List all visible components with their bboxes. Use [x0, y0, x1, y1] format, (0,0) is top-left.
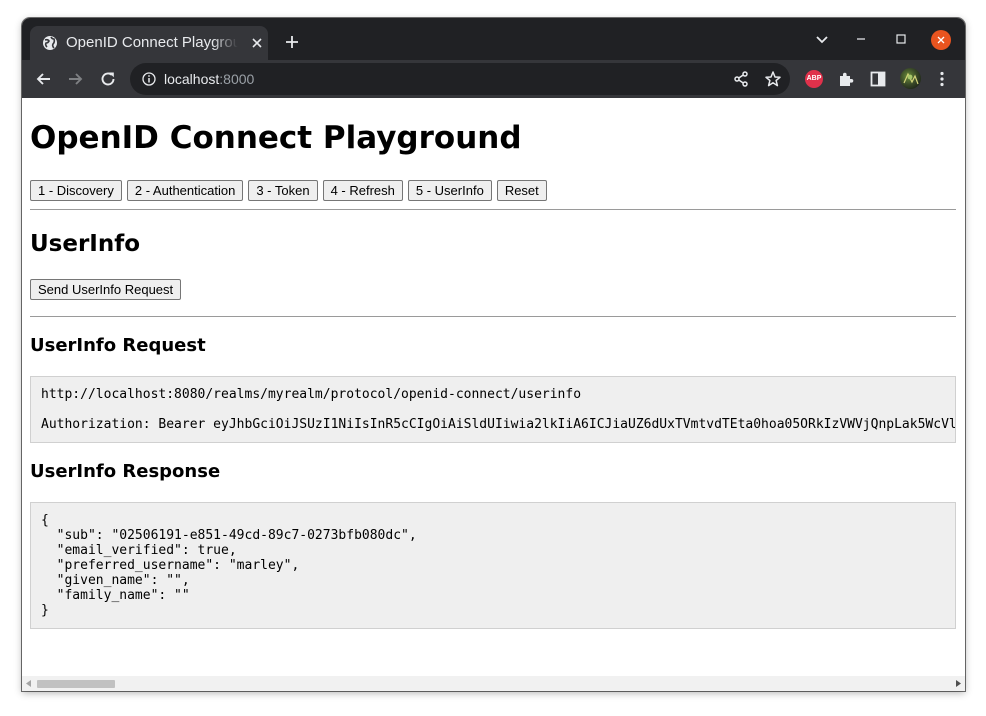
send-userinfo-request-button[interactable]: Send UserInfo Request	[30, 279, 182, 300]
maximize-icon[interactable]	[893, 31, 909, 47]
section-title: UserInfo	[30, 231, 141, 257]
authorization-header: Authorization: Bearer eyJhbGciOiJSUzI1Ni…	[41, 417, 956, 432]
scrollbar-thumb[interactable]	[37, 680, 115, 688]
request-url: http://localhost:8080/realms/myrealm/pro…	[41, 387, 582, 402]
browser-toolbar: localhost:8000 ABP	[22, 60, 965, 98]
response-heading: UserInfo Response	[30, 461, 221, 482]
request-heading: UserInfo Request	[30, 335, 206, 356]
json-line: "given_name": "",	[41, 573, 190, 588]
refresh-button[interactable]: 4 - Refresh	[322, 180, 403, 201]
page-viewport: OpenID Connect Playground 1 - Discovery …	[22, 98, 965, 691]
browser-window: OpenID Connect Playground	[22, 18, 965, 691]
scroll-left-icon[interactable]	[25, 680, 32, 687]
json-line: "family_name": ""	[41, 588, 190, 603]
profile-picture-icon	[903, 72, 919, 85]
userinfo-button[interactable]: 5 - UserInfo	[407, 180, 492, 201]
close-icon	[937, 36, 945, 44]
tab-strip: OpenID Connect Playground	[22, 18, 965, 60]
plus-icon[interactable]	[284, 34, 300, 50]
close-icon[interactable]	[250, 36, 264, 50]
authentication-button[interactable]: 2 - Authentication	[126, 180, 244, 201]
globe-icon	[43, 36, 57, 50]
reset-button[interactable]: Reset	[496, 180, 547, 201]
token-button[interactable]: 3 - Token	[248, 180, 318, 201]
json-line: {	[41, 513, 49, 528]
window-close-button[interactable]	[931, 30, 951, 50]
json-line: "sub": "02506191-e851-49cd-89c7-0273bfb0…	[41, 528, 417, 543]
chevron-down-icon[interactable]	[814, 31, 830, 47]
discovery-button[interactable]: 1 - Discovery	[30, 180, 122, 201]
back-arrow-icon[interactable]	[35, 70, 53, 88]
side-panel-icon[interactable]	[869, 70, 887, 88]
puzzle-icon[interactable]	[837, 70, 855, 88]
step-navigation: 1 - Discovery 2 - Authentication 3 - Tok…	[30, 180, 547, 201]
kebab-menu-icon[interactable]	[933, 70, 951, 88]
json-line: "preferred_username": "marley",	[41, 558, 300, 573]
active-tab[interactable]: OpenID Connect Playground	[30, 26, 268, 60]
adblock-extension-icon[interactable]: ABP	[805, 70, 823, 88]
divider	[30, 209, 956, 210]
page-title: OpenID Connect Playground	[30, 120, 522, 156]
scroll-right-icon[interactable]	[955, 680, 962, 687]
json-line: "email_verified": true,	[41, 543, 237, 558]
info-icon[interactable]	[142, 72, 156, 86]
url-text[interactable]: localhost:8000	[164, 70, 254, 88]
divider	[30, 316, 956, 317]
url-host: localhost	[164, 71, 220, 87]
tab-title: OpenID Connect Playground	[66, 34, 238, 51]
json-line: }	[41, 603, 49, 618]
horizontal-scrollbar[interactable]	[22, 676, 965, 691]
share-icon[interactable]	[732, 70, 750, 88]
request-code-block: http://localhost:8080/realms/myrealm/pro…	[30, 376, 956, 443]
reload-icon[interactable]	[99, 70, 117, 88]
minimize-icon[interactable]	[853, 31, 869, 47]
response-code-block: { "sub": "02506191-e851-49cd-89c7-0273bf…	[30, 502, 956, 629]
forward-arrow-icon[interactable]	[66, 70, 84, 88]
response-json: { "sub": "02506191-e851-49cd-89c7-0273bf…	[41, 513, 417, 618]
star-icon[interactable]	[764, 70, 782, 88]
avatar[interactable]	[900, 68, 921, 89]
address-bar[interactable]: localhost:8000	[130, 63, 790, 95]
url-port: :8000	[219, 71, 255, 87]
